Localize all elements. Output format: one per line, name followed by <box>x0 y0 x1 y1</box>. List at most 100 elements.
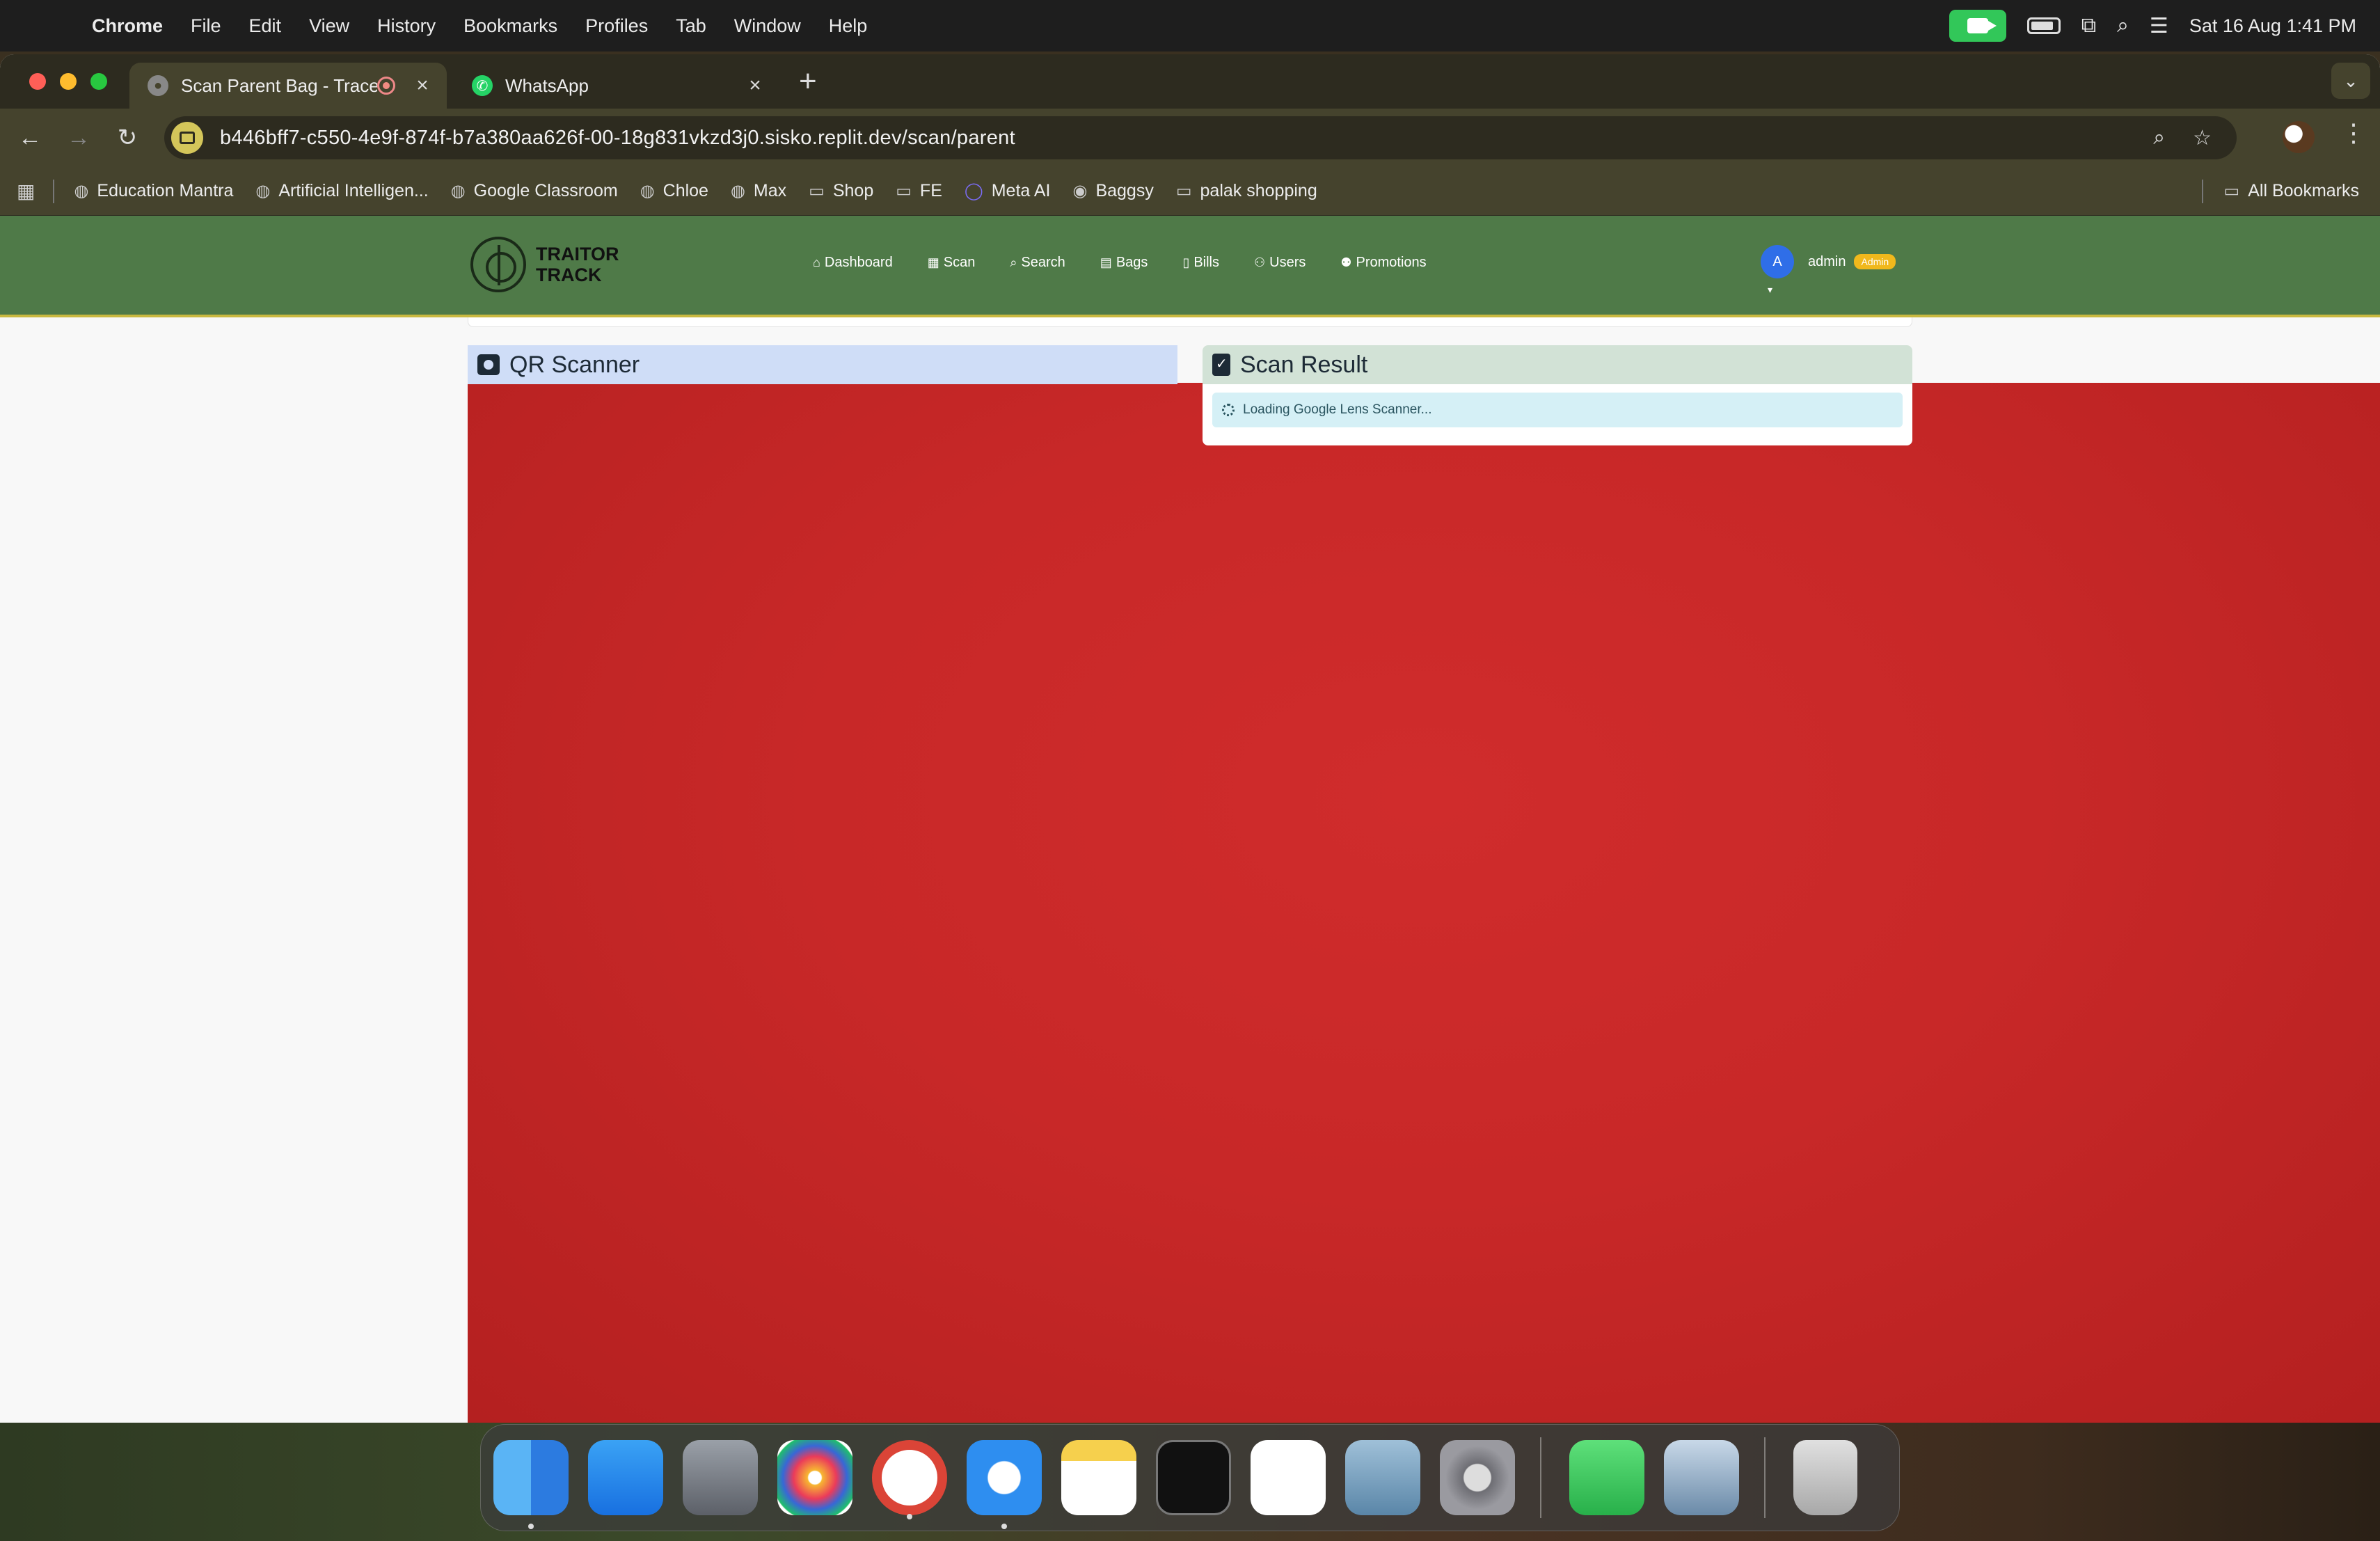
pgadmin-icon[interactable] <box>1345 1440 1420 1515</box>
role-badge: Admin <box>1854 254 1896 269</box>
site-info-icon[interactable] <box>171 122 203 154</box>
zoom-window-button[interactable] <box>90 73 107 90</box>
safari-icon[interactable] <box>967 1440 1042 1529</box>
macos-dock <box>480 1424 1900 1531</box>
apps-grid-icon[interactable]: ▦ <box>17 180 35 203</box>
bookmark-folder-palak-shopping[interactable]: ▭ palak shopping <box>1176 181 1317 201</box>
preview-icon[interactable] <box>1664 1440 1739 1515</box>
reload-icon[interactable]: ↻ <box>110 120 145 155</box>
nav-dashboard[interactable]: ⌂ Dashboard <box>813 255 893 271</box>
menu-app-name[interactable]: Chrome <box>78 15 177 37</box>
bookmark-label: Education Mantra <box>97 181 234 200</box>
nav-label: Dashboard <box>824 255 893 270</box>
menu-file[interactable]: File <box>177 15 235 37</box>
control-center-icon[interactable]: ☰ <box>2150 14 2168 38</box>
tab-scan-parent-bag[interactable]: ● Scan Parent Bag - TraceTr × <box>129 63 447 109</box>
minimize-window-button[interactable] <box>60 73 77 90</box>
nav-bags[interactable]: ▤ Bags <box>1100 255 1148 271</box>
address-bar[interactable]: b446bff7-c550-4e9f-874f-b7a380aa626f-00-… <box>164 116 2237 159</box>
qr-scanner-header: QR Scanner <box>468 345 1177 384</box>
bookmark-label: Max <box>753 181 787 200</box>
chevron-down-icon[interactable]: ▾ <box>1768 284 1772 296</box>
bookmark-folder-shop[interactable]: ▭ Shop <box>809 181 873 201</box>
chrome-icon[interactable] <box>872 1440 947 1519</box>
bookmark-meta-ai[interactable]: ◯ Meta AI <box>965 181 1051 201</box>
close-window-button[interactable] <box>29 73 46 90</box>
scan-result-card: Scan Result Loading Google Lens Scanner.… <box>1203 345 1912 445</box>
back-icon[interactable]: ← <box>13 120 47 155</box>
clipboard-check-icon <box>1212 354 1230 376</box>
trash-icon[interactable] <box>1793 1440 1857 1515</box>
system-settings-icon[interactable] <box>1440 1440 1515 1515</box>
zoom-icon[interactable]: ⌕ <box>2153 126 2165 150</box>
bookmark-google-classroom[interactable]: ◍ Google Classroom <box>451 181 618 201</box>
app-store-icon[interactable] <box>588 1440 663 1515</box>
menu-history[interactable]: History <box>363 15 450 37</box>
launchpad-icon[interactable] <box>683 1440 758 1515</box>
profile-avatar[interactable] <box>2283 121 2315 153</box>
terminal-icon[interactable] <box>1156 1440 1231 1515</box>
bookmark-chloe[interactable]: ◍ Chloe <box>640 181 708 201</box>
tab-whatsapp[interactable]: ✆ WhatsApp × <box>459 63 779 109</box>
vscode-icon[interactable] <box>1251 1440 1326 1515</box>
nav-promotions[interactable]: ⚉ Promotions <box>1340 255 1426 271</box>
brand-logo-link[interactable]: TRAITOR TRACK <box>470 237 633 292</box>
spotlight-search-icon[interactable]: ⌕ <box>2117 14 2129 38</box>
url-text[interactable]: b446bff7-c550-4e9f-874f-b7a380aa626f-00-… <box>220 127 1015 150</box>
facetime-icon[interactable] <box>1569 1440 1644 1515</box>
menu-profiles[interactable]: Profiles <box>571 15 662 37</box>
main-nav: ⌂ Dashboard ▦ Scan ⌕ Search ▤ Bags ▯ Bills ⚇ U… <box>813 255 1427 271</box>
user-menu[interactable]: A admin Admin <box>1761 245 1896 278</box>
scan-result-header: Scan Result <box>1203 345 1912 384</box>
user-name: admin <box>1808 253 1846 269</box>
folder-icon: ▭ <box>809 182 825 200</box>
bookmarks-bar: ▦ ◍ Education Mantra ◍ Artificial Intellig… <box>0 167 2380 216</box>
bookmark-folder-fe[interactable]: ▭ FE <box>896 181 942 201</box>
folder-icon: ▭ <box>2223 182 2240 200</box>
video-recording-icon[interactable] <box>1949 10 2006 42</box>
nav-search[interactable]: ⌕ Search <box>1010 255 1065 271</box>
nav-scan[interactable]: ▦ Scan <box>928 255 976 271</box>
bookmark-max[interactable]: ◍ Max <box>731 181 786 201</box>
all-bookmarks-button[interactable]: ▭ All Bookmarks <box>2201 179 2359 203</box>
bookmark-education-mantra[interactable]: ◍ Education Mantra <box>74 181 233 201</box>
tab-title: WhatsApp <box>505 74 589 96</box>
bookmark-label: palak shopping <box>1200 181 1317 200</box>
bookmark-baggsy[interactable]: ◉ Baggsy <box>1073 181 1154 201</box>
tab-search-icon[interactable]: ⌄ <box>2331 63 2370 99</box>
menu-window[interactable]: Window <box>720 15 815 37</box>
battery-icon[interactable] <box>2026 17 2061 34</box>
close-tab-icon[interactable]: × <box>412 74 433 97</box>
camera-feed <box>468 383 2380 1423</box>
menu-edit[interactable]: Edit <box>235 15 296 37</box>
photos-icon[interactable] <box>777 1440 852 1515</box>
bookmark-star-icon[interactable]: ☆ <box>2193 126 2212 150</box>
globe-icon: ◍ <box>74 182 89 200</box>
folder-icon: ▭ <box>896 182 912 200</box>
notes-icon[interactable] <box>1061 1440 1136 1515</box>
users-icon: ⚇ <box>1253 255 1266 269</box>
close-tab-icon[interactable]: × <box>745 74 765 97</box>
camera-icon <box>477 354 500 375</box>
spinner-icon <box>1222 404 1235 416</box>
meta-ai-icon: ◯ <box>964 182 983 200</box>
menu-help[interactable]: Help <box>815 15 882 37</box>
nav-label: Scan <box>943 255 976 270</box>
new-tab-button[interactable]: + <box>799 64 817 99</box>
qr-scanner-title: QR Scanner <box>509 351 640 378</box>
grid-icon: ▦ <box>927 255 939 269</box>
menu-tab[interactable]: Tab <box>662 15 720 37</box>
screen-mirroring-icon[interactable]: ⧉ <box>2081 14 2096 38</box>
nav-bills[interactable]: ▯ Bills <box>1182 255 1219 271</box>
forward-icon[interactable]: → <box>61 120 96 155</box>
finder-icon[interactable] <box>493 1440 569 1529</box>
menu-bar-clock[interactable]: Sat 16 Aug 1:41 PM <box>2189 15 2356 37</box>
nav-label: Users <box>1269 255 1306 270</box>
chrome-menu-icon[interactable]: ⋮ <box>2341 118 2366 148</box>
bookmark-label: Artificial Intelligen... <box>278 181 429 200</box>
nav-users[interactable]: ⚇ Users <box>1254 255 1306 271</box>
menu-view[interactable]: View <box>295 15 363 37</box>
menu-bookmarks[interactable]: Bookmarks <box>450 15 571 37</box>
search-icon: ⌕ <box>1010 255 1017 269</box>
bookmark-artificial-intelligence[interactable]: ◍ Artificial Intelligen... <box>255 181 428 201</box>
